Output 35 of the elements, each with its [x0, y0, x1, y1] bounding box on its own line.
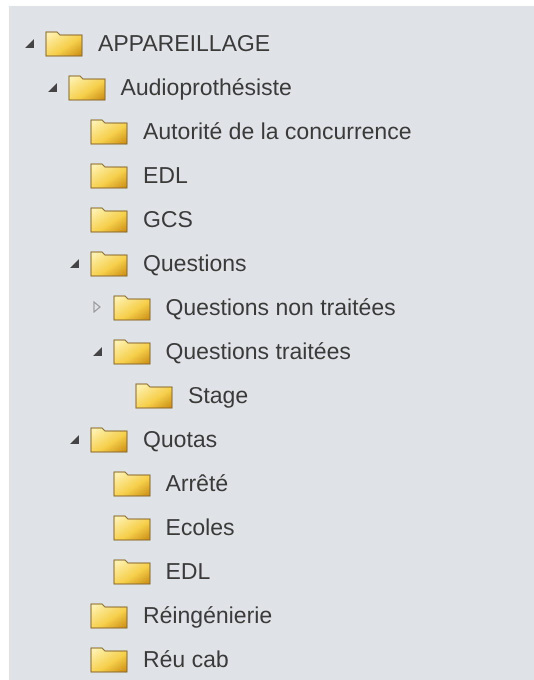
folder-label[interactable]: Quotas: [143, 422, 218, 456]
folder-label[interactable]: Réingénierie: [143, 598, 272, 632]
expander-icon[interactable]: [46, 81, 58, 93]
expander-icon[interactable]: [23, 37, 35, 49]
folder-icon: [90, 205, 128, 233]
folder-label[interactable]: Questions: [143, 246, 247, 280]
expander-icon[interactable]: [68, 257, 80, 269]
folder-label[interactable]: Ecoles: [166, 510, 235, 544]
folder-icon: [112, 513, 150, 541]
expander-icon[interactable]: [68, 433, 80, 445]
folder-icon: [90, 117, 128, 145]
folder-icon: [112, 293, 150, 321]
folder-label[interactable]: GCS: [143, 202, 193, 236]
folder-icon: [90, 425, 128, 453]
folder-icon: [90, 601, 128, 629]
folder-label[interactable]: Réu cab: [143, 642, 229, 676]
folder-label[interactable]: Questions traitées: [166, 334, 351, 368]
folder-icon: [90, 645, 128, 673]
folder-icon: [135, 381, 173, 409]
folder-icon: [90, 249, 128, 277]
folder-icon: [45, 29, 83, 57]
folder-label[interactable]: APPAREILLAGE: [98, 26, 270, 60]
expander-icon[interactable]: [90, 345, 102, 357]
folder-label[interactable]: EDL: [143, 158, 188, 192]
folder-label[interactable]: Audioprothésiste: [120, 70, 292, 104]
folder-icon: [112, 469, 150, 497]
folder-icon: [112, 557, 150, 585]
folder-label[interactable]: Stage: [188, 378, 248, 412]
folder-icon: [90, 161, 128, 189]
folder-label[interactable]: Questions non traitées: [166, 290, 396, 324]
folder-label[interactable]: Autorité de la concurrence: [143, 114, 412, 148]
folder-label[interactable]: EDL: [166, 554, 210, 588]
folder-icon: [68, 73, 106, 101]
folder-icon: [112, 337, 150, 365]
folder-label[interactable]: Arrêté: [166, 466, 228, 500]
